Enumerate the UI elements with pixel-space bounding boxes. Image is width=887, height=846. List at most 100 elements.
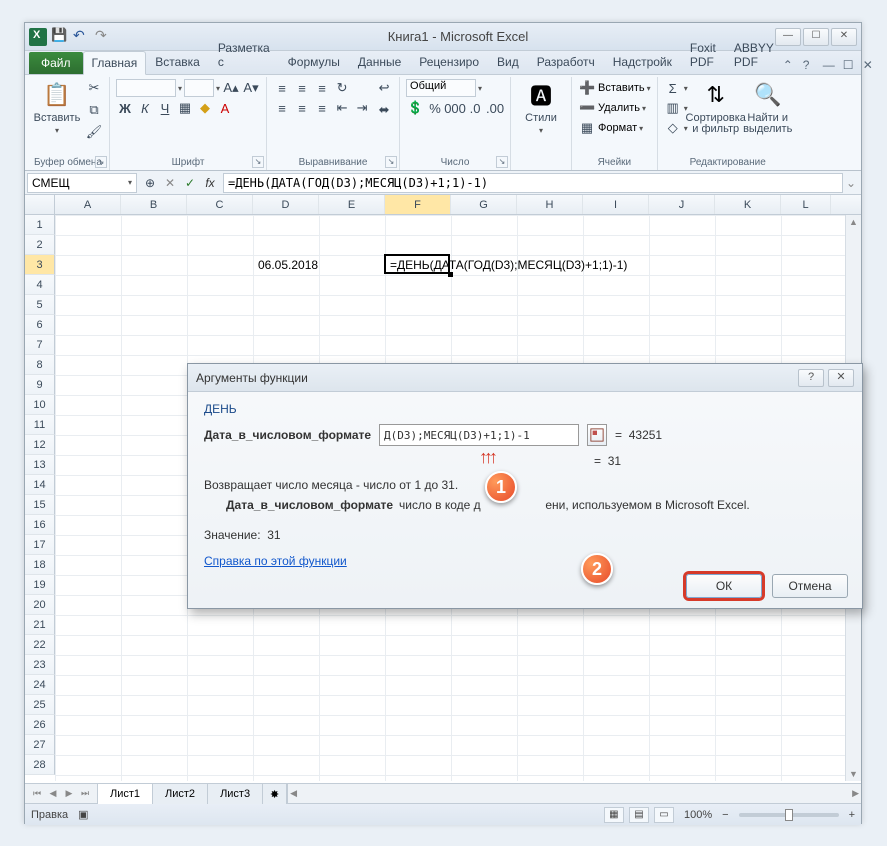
align-bottom-icon[interactable]: ≡ (313, 79, 331, 97)
indent-increase-icon[interactable]: ⇥ (353, 99, 371, 117)
close-button[interactable]: ✕ (831, 28, 857, 46)
align-right-icon[interactable]: ≡ (313, 99, 331, 117)
row-header[interactable]: 26 (25, 715, 55, 735)
align-top-icon[interactable]: ≡ (273, 79, 291, 97)
sheet-nav-first-icon[interactable]: ⏮ (29, 788, 45, 799)
wb-restore-icon[interactable]: ☐ (843, 58, 859, 74)
row-header[interactable]: 1 (25, 215, 55, 235)
expand-formula-bar-icon[interactable]: ⌄ (843, 176, 859, 190)
cancel-button[interactable]: Отмена (772, 574, 848, 598)
font-name-combo[interactable] (116, 79, 176, 97)
sheet-nav-last-icon[interactable]: ⏭ (77, 788, 93, 799)
tab-pagelayout[interactable]: Разметка с (209, 36, 279, 74)
sort-filter-button[interactable]: ⇅ Сортировка и фильтр (692, 79, 740, 135)
redo-icon[interactable] (95, 29, 111, 45)
font-color-icon[interactable]: A (216, 99, 234, 117)
accept-icon[interactable]: ✓ (181, 174, 199, 192)
row-header[interactable]: 17 (25, 535, 55, 555)
number-format-combo[interactable]: Общий (406, 79, 476, 97)
insert-cells-icon[interactable]: ➕ (578, 79, 596, 97)
col-header[interactable]: E (319, 195, 385, 214)
tab-data[interactable]: Данные (349, 50, 410, 74)
tab-foxitpdf[interactable]: Foxit PDF (681, 36, 725, 74)
row-header[interactable]: 3 (25, 255, 55, 275)
row-header[interactable]: 25 (25, 695, 55, 715)
fill-color-icon[interactable]: ◆ (196, 99, 214, 117)
inc-decimal-icon[interactable]: .0 (466, 99, 484, 117)
page-break-view-icon[interactable]: ▭ (654, 807, 674, 823)
copy-icon[interactable]: ⧉ (85, 101, 103, 119)
zoom-out-icon[interactable]: − (722, 809, 728, 821)
tab-home[interactable]: Главная (83, 51, 147, 75)
align-middle-icon[interactable]: ≡ (293, 79, 311, 97)
wrap-text-icon[interactable]: ↩ (375, 79, 393, 97)
row-header[interactable]: 24 (25, 675, 55, 695)
autosum-icon[interactable]: Σ (664, 79, 682, 97)
horizontal-scrollbar[interactable] (287, 784, 861, 803)
dialog-launcher-icon[interactable]: ↘ (252, 156, 264, 168)
col-header[interactable]: G (451, 195, 517, 214)
find-select-button[interactable]: 🔍 Найти и выделить (744, 79, 792, 135)
row-header[interactable]: 12 (25, 435, 55, 455)
row-header[interactable]: 15 (25, 495, 55, 515)
tab-formulas[interactable]: Формулы (279, 50, 349, 74)
row-header[interactable]: 2 (25, 235, 55, 255)
dialog-titlebar[interactable]: Аргументы функции ? ✕ (188, 364, 862, 392)
wb-close-icon[interactable]: ✕ (863, 58, 879, 74)
select-all-corner[interactable] (25, 195, 55, 214)
col-header[interactable]: A (55, 195, 121, 214)
sheet-tab[interactable]: Лист3 (208, 784, 263, 804)
sheet-tab[interactable]: Лист1 (97, 784, 153, 804)
col-header[interactable]: C (187, 195, 253, 214)
col-header[interactable]: K (715, 195, 781, 214)
ok-button[interactable]: ОК (686, 574, 762, 598)
cell-d3[interactable]: 06.05.2018 (255, 255, 319, 275)
col-header[interactable]: D (253, 195, 319, 214)
format-cells-icon[interactable]: ▦ (578, 119, 596, 137)
row-header[interactable]: 10 (25, 395, 55, 415)
row-header[interactable]: 18 (25, 555, 55, 575)
col-header[interactable]: J (649, 195, 715, 214)
font-size-combo[interactable] (184, 79, 214, 97)
row-header[interactable]: 6 (25, 315, 55, 335)
tab-insert[interactable]: Вставка (146, 50, 209, 74)
dialog-help-button[interactable]: ? (798, 369, 824, 387)
tab-review[interactable]: Рецензиро (410, 50, 488, 74)
row-header[interactable]: 8 (25, 355, 55, 375)
accounting-icon[interactable]: 💲 (406, 99, 424, 117)
col-header[interactable]: B (121, 195, 187, 214)
row-header[interactable]: 21 (25, 615, 55, 635)
sheet-nav-prev-icon[interactable]: ◀ (45, 788, 61, 799)
clear-icon[interactable]: ◇ (664, 119, 682, 137)
range-selector-button[interactable] (587, 424, 607, 446)
row-header[interactable]: 11 (25, 415, 55, 435)
fill-handle[interactable] (448, 272, 453, 277)
macro-record-icon[interactable]: ▣ (78, 808, 88, 821)
wb-minimize-icon[interactable]: — (823, 58, 839, 74)
col-header[interactable]: L (781, 195, 831, 214)
dialog-launcher-icon[interactable]: ↘ (496, 156, 508, 168)
row-header[interactable]: 13 (25, 455, 55, 475)
fx-icon[interactable]: fx (201, 174, 219, 192)
tab-developer[interactable]: Разработч (528, 50, 604, 74)
percent-icon[interactable]: % (426, 99, 444, 117)
maximize-button[interactable]: ☐ (803, 28, 829, 46)
sheet-nav-next-icon[interactable]: ▶ (61, 788, 77, 799)
row-header[interactable]: 4 (25, 275, 55, 295)
fill-icon[interactable]: ▥ (664, 99, 682, 117)
underline-icon[interactable]: Ч (156, 99, 174, 117)
dialog-launcher-icon[interactable]: ↘ (385, 156, 397, 168)
formula-input[interactable]: =ДЕНЬ(ДАТА(ГОД(D3);МЕСЯЦ(D3)+1;1)-1) (223, 173, 843, 193)
file-tab[interactable]: Файл (29, 52, 83, 74)
row-header[interactable]: 27 (25, 735, 55, 755)
page-layout-view-icon[interactable]: ▤ (629, 807, 649, 823)
merge-icon[interactable]: ⬌ (375, 101, 393, 119)
dec-decimal-icon[interactable]: .00 (486, 99, 504, 117)
help-icon[interactable]: ? (803, 58, 819, 74)
delete-cells-icon[interactable]: ➖ (578, 99, 596, 117)
sheet-tab[interactable]: Лист2 (153, 784, 208, 804)
row-header[interactable]: 14 (25, 475, 55, 495)
argument-input[interactable]: Д(D3);МЕСЯЦ(D3)+1;1)-1 (379, 424, 579, 446)
indent-decrease-icon[interactable]: ⇤ (333, 99, 351, 117)
align-center-icon[interactable]: ≡ (293, 99, 311, 117)
